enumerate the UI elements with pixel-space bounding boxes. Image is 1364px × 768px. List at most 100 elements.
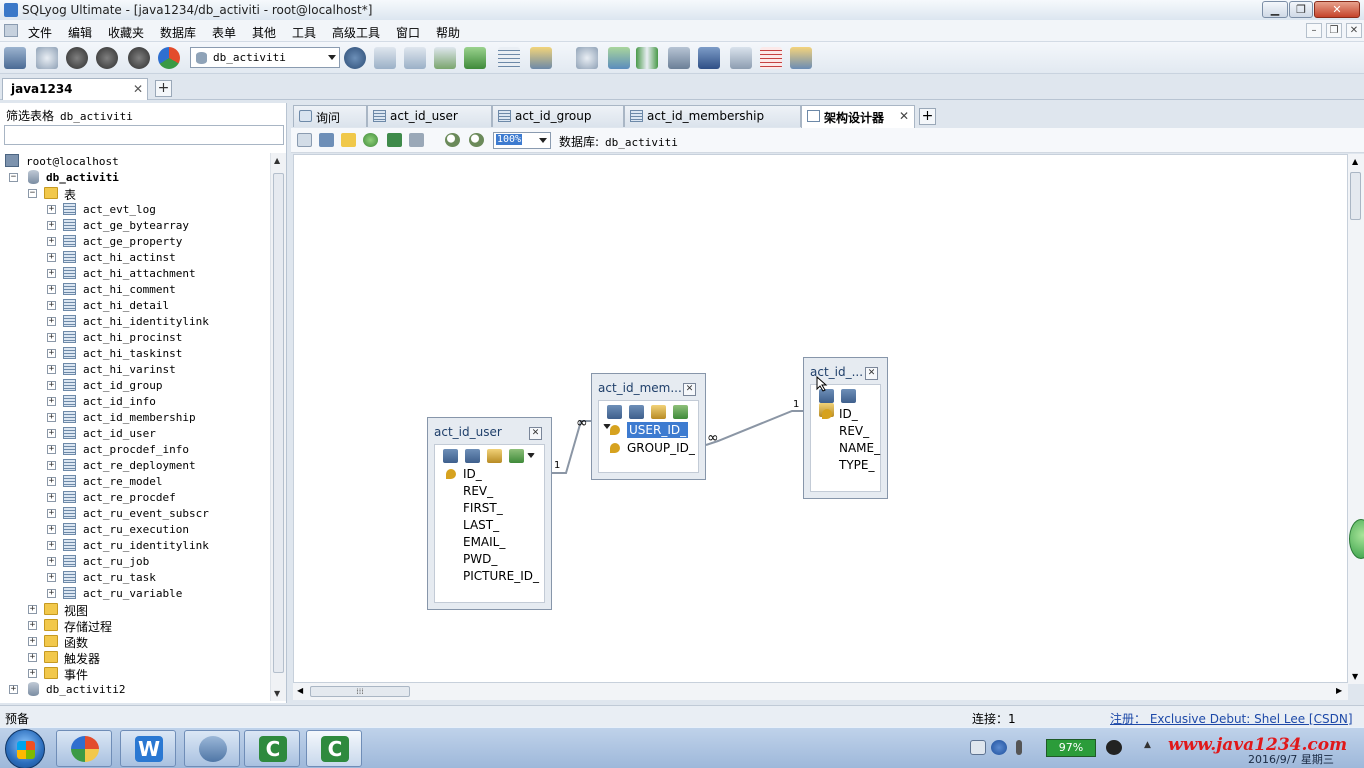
expand-icon[interactable]: + bbox=[47, 269, 56, 278]
zoom-in-icon[interactable] bbox=[445, 133, 460, 147]
clock[interactable]: 2016/9/7 星期三 bbox=[1248, 751, 1334, 767]
column-row[interactable]: FIRST_ bbox=[443, 501, 503, 517]
manage-indexes-icon[interactable] bbox=[629, 404, 644, 419]
index-manager-icon[interactable] bbox=[530, 47, 552, 69]
tree-table-item[interactable]: + act_re_procdef bbox=[0, 490, 268, 506]
tab-schema-designer[interactable]: 架构设计器 ✕ bbox=[801, 105, 915, 128]
taskbar-app-camtasia-recorder[interactable]: C bbox=[306, 730, 362, 767]
battery-indicator[interactable]: 97% bbox=[1046, 739, 1096, 757]
expand-icon[interactable]: + bbox=[47, 573, 56, 582]
relationships-icon[interactable] bbox=[651, 404, 666, 419]
mdi-restore-button[interactable]: ❐ bbox=[1326, 23, 1342, 38]
tree-table-item[interactable]: + act_id_user bbox=[0, 426, 268, 442]
close-icon[interactable]: ✕ bbox=[529, 427, 542, 440]
add-table-icon[interactable] bbox=[297, 133, 312, 147]
zoom-out-icon[interactable] bbox=[469, 133, 484, 147]
tree-table-item[interactable]: + act_id_membership bbox=[0, 410, 268, 426]
tree-table-item[interactable]: + act_re_deployment bbox=[0, 458, 268, 474]
tree-table-item[interactable]: + act_id_info bbox=[0, 394, 268, 410]
add-view-icon[interactable] bbox=[319, 133, 334, 147]
tree-table-item[interactable]: + act_hi_comment bbox=[0, 282, 268, 298]
scroll-left-icon[interactable]: ◀ bbox=[297, 686, 303, 695]
tree-table-item[interactable]: + act_hi_attachment bbox=[0, 266, 268, 282]
relationships-icon[interactable] bbox=[487, 448, 502, 463]
expand-icon[interactable]: + bbox=[28, 653, 37, 662]
refresh-icon[interactable] bbox=[158, 47, 180, 69]
tree-table-item[interactable]: + act_ge_bytearray bbox=[0, 218, 268, 234]
schema-table-act-id-membership[interactable]: act_id_mem... ✕ USER_ID_ GROUP_ID_ bbox=[591, 373, 706, 480]
tree-tables-folder[interactable]: − 表 bbox=[0, 186, 268, 202]
column-row[interactable]: REV_ bbox=[443, 484, 493, 500]
taskbar-app-picasa[interactable] bbox=[56, 730, 112, 767]
tree-table-item[interactable]: + act_ru_variable bbox=[0, 586, 268, 602]
tree-table-item[interactable]: + act_hi_taskinst bbox=[0, 346, 268, 362]
tree-database[interactable]: + db_activiti2 bbox=[0, 682, 268, 698]
expand-icon[interactable]: + bbox=[47, 381, 56, 390]
manage-indexes-icon[interactable] bbox=[465, 448, 480, 463]
tree-table-item[interactable]: + act_id_group bbox=[0, 378, 268, 394]
expand-icon[interactable]: + bbox=[47, 477, 56, 486]
menu-table[interactable]: 表单 bbox=[212, 24, 236, 41]
tree-table-item[interactable]: + act_hi_procinst bbox=[0, 330, 268, 346]
expand-icon[interactable]: + bbox=[47, 205, 56, 214]
expand-icon[interactable]: + bbox=[47, 589, 56, 598]
expand-icon[interactable]: + bbox=[47, 557, 56, 566]
new-connection-icon[interactable] bbox=[4, 47, 26, 69]
close-tab-icon[interactable]: ✕ bbox=[899, 109, 909, 123]
collapse-icon[interactable]: − bbox=[9, 173, 18, 182]
connection-tab[interactable]: java1234 ✕ bbox=[2, 78, 148, 100]
column-row[interactable]: ID_ bbox=[819, 407, 858, 423]
column-row[interactable]: PWD_ bbox=[443, 552, 497, 568]
restore-button[interactable]: ❐ bbox=[1289, 1, 1313, 18]
menu-advanced-tools[interactable]: 高级工具 bbox=[332, 24, 380, 41]
column-row[interactable]: USER_ID_ bbox=[607, 422, 689, 439]
close-icon[interactable]: ✕ bbox=[683, 383, 696, 396]
expand-icon[interactable]: + bbox=[47, 461, 56, 470]
edit-table-icon[interactable] bbox=[607, 404, 622, 419]
expand-icon[interactable]: + bbox=[9, 685, 18, 694]
scroll-up-icon[interactable]: ▲ bbox=[274, 156, 280, 165]
tree-table-item[interactable]: + act_hi_identitylink bbox=[0, 314, 268, 330]
mdi-close-button[interactable]: ✕ bbox=[1346, 23, 1362, 38]
expand-icon[interactable]: + bbox=[47, 349, 56, 358]
menu-help[interactable]: 帮助 bbox=[436, 24, 460, 41]
manage-indexes-icon[interactable] bbox=[841, 388, 856, 403]
tree-table-item[interactable]: + act_hi_detail bbox=[0, 298, 268, 314]
tree-table-item[interactable]: + act_ru_task bbox=[0, 570, 268, 586]
canvas-vertical-scrollbar[interactable]: ▲ ▼ bbox=[1348, 154, 1364, 684]
start-button[interactable] bbox=[5, 729, 45, 768]
scroll-thumb[interactable] bbox=[1350, 172, 1361, 220]
mdi-minimize-button[interactable]: – bbox=[1306, 23, 1322, 38]
expand-icon[interactable]: + bbox=[28, 669, 37, 678]
scroll-down-icon[interactable]: ▼ bbox=[274, 689, 280, 698]
migration-icon[interactable] bbox=[668, 47, 690, 69]
scroll-thumb[interactable] bbox=[273, 173, 284, 673]
taskbar-app-camtasia[interactable]: C bbox=[244, 730, 300, 767]
tab-act-id-user[interactable]: act_id_user bbox=[367, 105, 492, 127]
expand-icon[interactable]: + bbox=[47, 333, 56, 342]
taskbar-app-sqlyog[interactable] bbox=[184, 730, 240, 767]
tree-table-item[interactable]: + act_hi_actinst bbox=[0, 250, 268, 266]
minimize-button[interactable]: ▁ bbox=[1262, 1, 1288, 18]
save-layout-icon[interactable] bbox=[387, 133, 402, 147]
menu-other[interactable]: 其他 bbox=[252, 24, 276, 41]
tree-table-item[interactable]: + act_ru_job bbox=[0, 554, 268, 570]
column-row[interactable]: ID_ bbox=[443, 467, 482, 483]
scroll-down-icon[interactable]: ▼ bbox=[1352, 672, 1358, 681]
expand-icon[interactable]: + bbox=[47, 445, 56, 454]
scroll-up-icon[interactable]: ▲ bbox=[1352, 157, 1358, 166]
expand-icon[interactable]: + bbox=[28, 637, 37, 646]
create-database-icon[interactable] bbox=[374, 47, 396, 69]
column-row[interactable]: REV_ bbox=[819, 424, 869, 440]
open-icon[interactable] bbox=[341, 133, 356, 147]
tree-table-item[interactable]: + act_hi_varinst bbox=[0, 362, 268, 378]
schema-table-act-id-user[interactable]: act_id_user ✕ ID_ REV_ FIRST_ LAST_ EMAI… bbox=[427, 417, 552, 610]
expand-icon[interactable]: + bbox=[47, 301, 56, 310]
tray-window-icon[interactable] bbox=[970, 740, 986, 755]
tree-table-item[interactable]: + act_procdef_info bbox=[0, 442, 268, 458]
column-row[interactable]: NAME_ bbox=[819, 441, 880, 457]
expand-icon[interactable]: + bbox=[28, 621, 37, 630]
column-row[interactable]: GROUP_ID_ bbox=[607, 441, 695, 457]
expand-icon[interactable]: + bbox=[47, 397, 56, 406]
refresh-layout-icon[interactable] bbox=[363, 133, 378, 147]
